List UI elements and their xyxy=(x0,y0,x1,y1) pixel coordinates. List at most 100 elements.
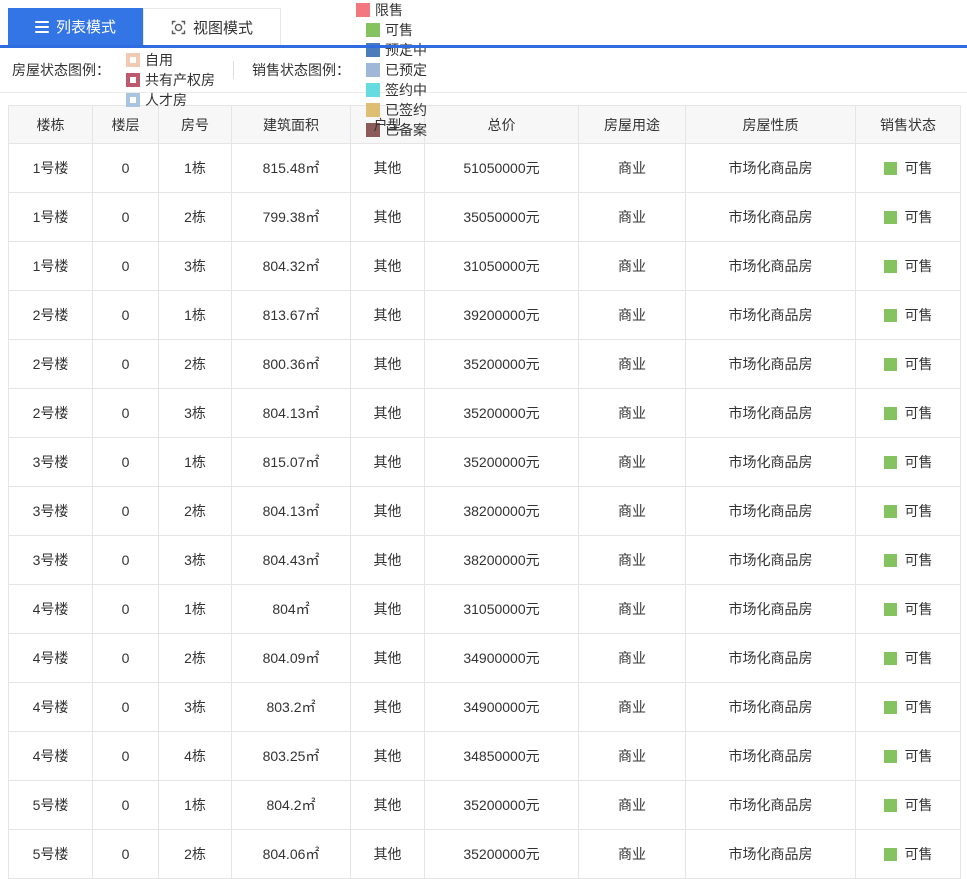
cell-floor: 0 xyxy=(92,241,159,291)
cell-nature: 市场化商品房 xyxy=(685,143,856,193)
cell-usage: 商业 xyxy=(578,192,686,242)
cell-building: 3号楼 xyxy=(8,486,93,536)
cell-unit-type: 其他 xyxy=(350,339,425,389)
cell-usage: 商业 xyxy=(578,241,686,291)
cell-unit-type: 其他 xyxy=(350,535,425,585)
cell-floor: 0 xyxy=(92,829,159,879)
sale-status-legend-swatch xyxy=(366,63,380,77)
cell-room: 2栋 xyxy=(158,486,232,536)
cell-usage: 商业 xyxy=(578,780,686,830)
cell-building: 3号楼 xyxy=(8,437,93,487)
cell-sale-status: 可售 xyxy=(855,388,961,438)
tab-view-mode[interactable]: 视图模式 xyxy=(143,8,281,45)
sale-status-label: 可售 xyxy=(904,307,933,323)
sale-status-square xyxy=(883,406,897,420)
cell-floor: 0 xyxy=(92,290,159,340)
cell-unit-type: 其他 xyxy=(350,780,425,830)
cell-unit-type: 其他 xyxy=(350,437,425,487)
cell-floor: 0 xyxy=(92,437,159,487)
col-header-price: 总价 xyxy=(424,105,579,144)
cell-usage: 商业 xyxy=(578,143,686,193)
cell-nature: 市场化商品房 xyxy=(685,241,856,291)
sale-status-label: 可售 xyxy=(904,699,933,715)
cell-area: 804.09㎡ xyxy=(231,633,351,683)
tab-list-mode[interactable]: 列表模式 xyxy=(8,8,143,45)
table-row: 1号楼 0 1栋 815.48㎡ 其他 51050000元 商业 市场化商品房 可售 xyxy=(8,143,961,193)
cell-building: 1号楼 xyxy=(8,192,93,242)
col-header-nature: 房屋性质 xyxy=(685,105,856,144)
col-header-sale-status: 销售状态 xyxy=(855,105,961,144)
sale-status-square xyxy=(883,602,897,616)
cell-building: 4号楼 xyxy=(8,682,93,732)
cell-unit-type: 其他 xyxy=(350,241,425,291)
cell-floor: 0 xyxy=(92,486,159,536)
sale-status-label: 可售 xyxy=(904,650,933,666)
cell-price: 31050000元 xyxy=(424,241,579,291)
cell-usage: 商业 xyxy=(578,535,686,585)
cell-building: 2号楼 xyxy=(8,290,93,340)
col-header-building: 楼栋 xyxy=(8,105,93,144)
cell-unit-type: 其他 xyxy=(350,682,425,732)
cell-room: 1栋 xyxy=(158,143,232,193)
cell-price: 35200000元 xyxy=(424,339,579,389)
cell-price: 34850000元 xyxy=(424,731,579,781)
tab-underline xyxy=(0,45,967,48)
cell-price: 35050000元 xyxy=(424,192,579,242)
sale-status-square xyxy=(883,357,897,371)
cell-sale-status: 可售 xyxy=(855,192,961,242)
table-header: 楼栋 楼层 房号 建筑面积 户型 总价 房屋用途 房屋性质 销售状态 xyxy=(8,105,961,144)
house-status-legend-item: 自用 xyxy=(126,50,215,70)
cell-area: 804.13㎡ xyxy=(231,388,351,438)
cell-nature: 市场化商品房 xyxy=(685,682,856,732)
sale-status-label: 可售 xyxy=(904,601,933,617)
table-row: 4号楼 0 2栋 804.09㎡ 其他 34900000元 商业 市场化商品房 可售 xyxy=(8,633,961,683)
cell-area: 800.36㎡ xyxy=(231,339,351,389)
cell-nature: 市场化商品房 xyxy=(685,731,856,781)
cell-price: 34900000元 xyxy=(424,682,579,732)
sale-status-square xyxy=(883,749,897,763)
cell-floor: 0 xyxy=(92,584,159,634)
cell-floor: 0 xyxy=(92,388,159,438)
cell-room: 3栋 xyxy=(158,388,232,438)
cell-usage: 商业 xyxy=(578,731,686,781)
cell-room: 2栋 xyxy=(158,192,232,242)
house-status-legend-item: 共有产权房 xyxy=(126,70,215,90)
cell-nature: 市场化商品房 xyxy=(685,290,856,340)
sale-status-square xyxy=(883,161,897,175)
sale-status-label: 可售 xyxy=(904,797,933,813)
sale-status-label: 可售 xyxy=(904,258,933,274)
cell-usage: 商业 xyxy=(578,633,686,683)
cell-nature: 市场化商品房 xyxy=(685,486,856,536)
cell-price: 35200000元 xyxy=(424,437,579,487)
tab-view-mode-label: 视图模式 xyxy=(192,19,253,37)
cell-price: 35200000元 xyxy=(424,388,579,438)
sale-status-square xyxy=(883,259,897,273)
table-row: 5号楼 0 1栋 804.2㎡ 其他 35200000元 商业 市场化商品房 可售 xyxy=(8,780,961,830)
cell-usage: 商业 xyxy=(578,829,686,879)
table-row: 4号楼 0 3栋 803.2㎡ 其他 34900000元 商业 市场化商品房 可售 xyxy=(8,682,961,732)
cell-floor: 0 xyxy=(92,143,159,193)
col-header-usage: 房屋用途 xyxy=(578,105,686,144)
cell-nature: 市场化商品房 xyxy=(685,437,856,487)
cell-building: 4号楼 xyxy=(8,731,93,781)
cell-room: 1栋 xyxy=(158,437,232,487)
cell-usage: 商业 xyxy=(578,290,686,340)
cell-price: 38200000元 xyxy=(424,486,579,536)
sale-status-legend-label: 已预定 xyxy=(385,62,427,78)
house-status-legend-swatch xyxy=(126,53,140,67)
cell-sale-status: 可售 xyxy=(855,731,961,781)
cell-building: 2号楼 xyxy=(8,339,93,389)
housing-table: 楼栋 楼层 房号 建筑面积 户型 总价 房屋用途 房屋性质 销售状态 1号楼 0 1… xyxy=(8,105,961,879)
cell-floor: 0 xyxy=(92,535,159,585)
cell-area: 813.67㎡ xyxy=(231,290,351,340)
table-row: 3号楼 0 1栋 815.07㎡ 其他 35200000元 商业 市场化商品房 可售 xyxy=(8,437,961,487)
table-row: 2号楼 0 2栋 800.36㎡ 其他 35200000元 商业 市场化商品房 可售 xyxy=(8,339,961,389)
house-status-legend-swatch xyxy=(126,93,140,107)
col-header-room: 房号 xyxy=(158,105,232,144)
cell-price: 34900000元 xyxy=(424,633,579,683)
cell-nature: 市场化商品房 xyxy=(685,192,856,242)
table-row: 2号楼 0 1栋 813.67㎡ 其他 39200000元 商业 市场化商品房 可售 xyxy=(8,290,961,340)
cell-sale-status: 可售 xyxy=(855,682,961,732)
cell-area: 804.43㎡ xyxy=(231,535,351,585)
cell-usage: 商业 xyxy=(578,486,686,536)
